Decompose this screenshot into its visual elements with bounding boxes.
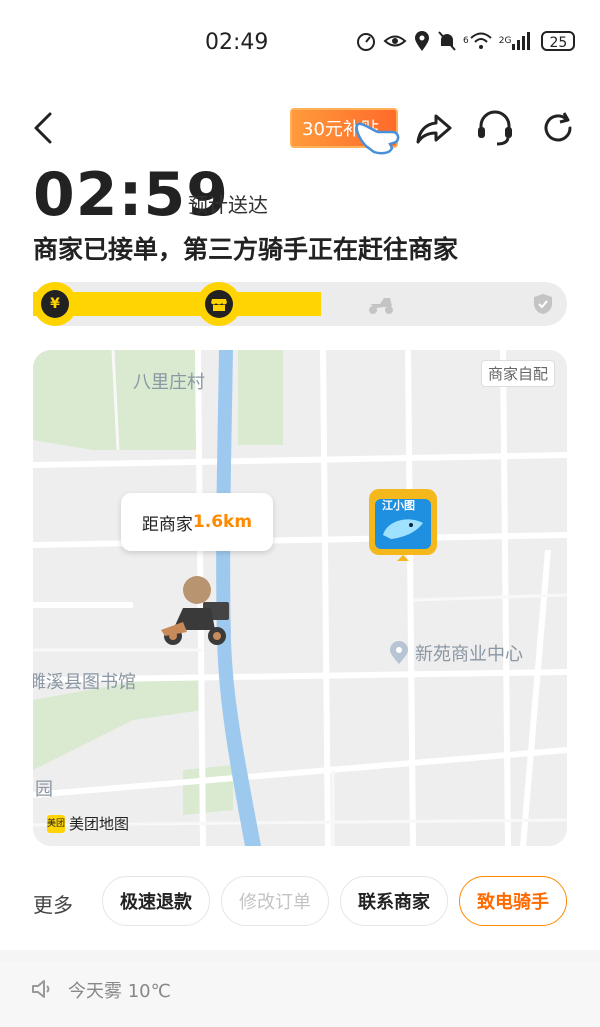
status-icons: 6 2G 25 <box>355 30 576 52</box>
map-brand: 美团 美团地图 <box>47 813 129 834</box>
location-icon <box>415 31 429 51</box>
map-label-village: 八里庄村 <box>133 372 205 393</box>
eta-label: 预计送达 <box>188 193 268 217</box>
step-delivering <box>359 282 403 326</box>
distance-prefix: 距商家 <box>141 514 193 535</box>
call-rider-button[interactable]: 致电骑手 <box>459 876 567 926</box>
fast-refund-button[interactable]: 极速退款 <box>102 876 210 926</box>
poi-pin-icon <box>390 641 408 664</box>
step-merchant <box>197 282 241 326</box>
shop-icon <box>205 290 233 318</box>
meituan-logo-icon: 美团 <box>47 814 65 833</box>
network-badge: 2G <box>498 36 512 46</box>
rider-marker-icon[interactable] <box>153 572 235 648</box>
mute-bell-icon <box>438 31 456 51</box>
scooter-icon <box>369 298 393 314</box>
distance-value: 1.6km <box>192 512 253 532</box>
more-label: 更多 <box>33 893 73 917</box>
contact-merchant-button[interactable]: 联系商家 <box>340 876 448 926</box>
speaker-icon <box>32 980 50 998</box>
pointing-hand-icon <box>355 122 400 155</box>
weather-text: 今天雾 10℃ <box>68 981 171 1002</box>
map-label-library: 濉溪县图书馆 <box>33 672 136 693</box>
check-icon <box>534 294 552 314</box>
modify-order-button: 修改订单 <box>221 876 329 926</box>
yen-icon: ¥ <box>41 290 69 318</box>
self-delivery-tag: 商家自配 <box>480 360 555 387</box>
refresh-icon[interactable] <box>540 110 576 146</box>
map-label-commercial-center: 新苑商业中心 <box>415 644 523 665</box>
status-time: 02:49 <box>205 30 269 55</box>
signal-icon <box>512 32 531 50</box>
order-status-text: 商家已接单，第三方骑手正在赶往商家 <box>33 235 459 264</box>
store-sign: 江小图 <box>382 499 415 512</box>
store-marker[interactable]: 江小图 <box>367 485 439 565</box>
map-label-park: 园 <box>35 779 53 800</box>
map-background <box>33 350 567 846</box>
back-icon[interactable] <box>30 110 62 146</box>
customer-service-icon[interactable] <box>475 108 515 148</box>
distance-bubble: 距商家 1.6km <box>121 493 273 551</box>
map-brand-label: 美团地图 <box>69 815 130 833</box>
speedometer-icon <box>357 33 375 51</box>
delivery-map[interactable]: 八里庄村 濉溪县图书馆 园 新苑商业中心 商家自配 距商家 1.6km 江小图 美… <box>33 350 567 846</box>
share-icon[interactable] <box>414 110 454 146</box>
wifi-icon <box>470 32 492 49</box>
step-paid: ¥ <box>33 282 77 326</box>
battery-indicator: 25 <box>541 31 576 51</box>
eye-icon <box>383 35 407 47</box>
step-delivered <box>521 282 565 326</box>
